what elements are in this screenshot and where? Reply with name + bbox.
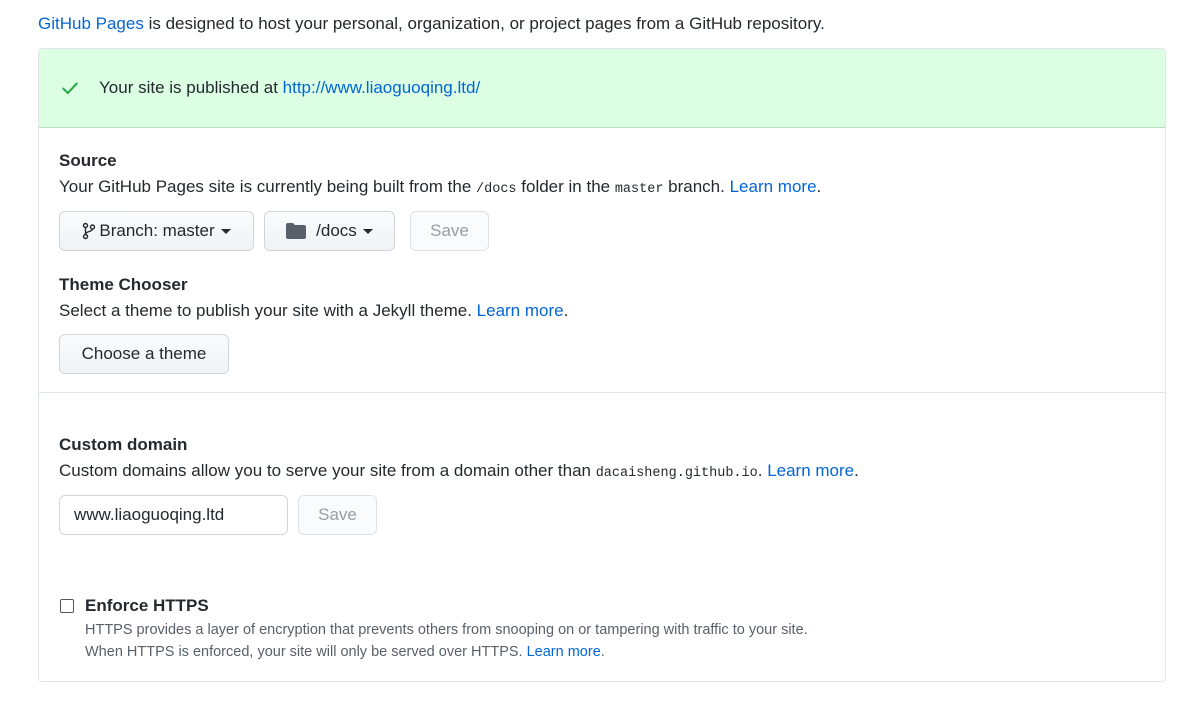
choose-theme-button[interactable]: Choose a theme bbox=[59, 334, 229, 374]
folder-select-label: /docs bbox=[316, 221, 357, 240]
enforce-https-checkbox[interactable] bbox=[60, 599, 74, 613]
folder-select-button[interactable]: /docs bbox=[264, 211, 395, 251]
https-learn-more-link[interactable]: Learn more bbox=[527, 644, 601, 660]
master-branch-code: master bbox=[614, 182, 664, 197]
https-note-line-2: When HTTPS is enforced, your site will o… bbox=[85, 644, 605, 660]
custom-domain-title: Custom domain bbox=[59, 435, 188, 454]
source-description: Your GitHub Pages site is currently bein… bbox=[59, 177, 822, 197]
chevron-down-icon bbox=[362, 228, 373, 234]
source-save-button[interactable]: Save bbox=[410, 211, 489, 251]
docs-folder-code: /docs bbox=[476, 182, 517, 197]
published-message: Your site is published at http://www.lia… bbox=[99, 78, 481, 97]
custom-domain-description: Custom domains allow you to serve your s… bbox=[59, 461, 859, 481]
pages-settings-box: Your site is published at http://www.lia… bbox=[38, 48, 1166, 682]
theme-learn-more-link[interactable]: Learn more bbox=[477, 301, 564, 320]
source-learn-more-link[interactable]: Learn more bbox=[730, 177, 817, 196]
check-icon bbox=[61, 79, 79, 97]
github-pages-link[interactable]: GitHub Pages bbox=[38, 14, 144, 33]
default-domain-code: dacaisheng.github.io bbox=[595, 466, 758, 481]
branch-select-button[interactable]: Branch: master bbox=[59, 211, 254, 251]
section-divider bbox=[39, 392, 1165, 393]
custom-domain-learn-more-link[interactable]: Learn more bbox=[767, 461, 854, 480]
theme-chooser-description: Select a theme to publish your site with… bbox=[59, 301, 569, 320]
source-title: Source bbox=[59, 151, 117, 170]
published-flash: Your site is published at http://www.lia… bbox=[39, 49, 1165, 128]
intro-description: is designed to host your personal, organ… bbox=[143, 14, 825, 33]
enforce-https-label[interactable]: Enforce HTTPS bbox=[85, 596, 209, 616]
intro-text: GitHub Pages is designed to host your pe… bbox=[38, 12, 825, 36]
folder-icon bbox=[286, 223, 307, 239]
https-note-line-1: HTTPS provides a layer of encryption tha… bbox=[85, 622, 808, 638]
branch-select-label: Branch: master bbox=[99, 221, 215, 240]
chevron-down-icon bbox=[220, 228, 231, 234]
published-url-link[interactable]: http://www.liaoguoqing.ltd/ bbox=[283, 78, 481, 97]
theme-chooser-title: Theme Chooser bbox=[59, 275, 188, 294]
custom-domain-save-button[interactable]: Save bbox=[298, 495, 377, 535]
git-branch-icon bbox=[82, 222, 96, 240]
custom-domain-input[interactable] bbox=[59, 495, 288, 535]
